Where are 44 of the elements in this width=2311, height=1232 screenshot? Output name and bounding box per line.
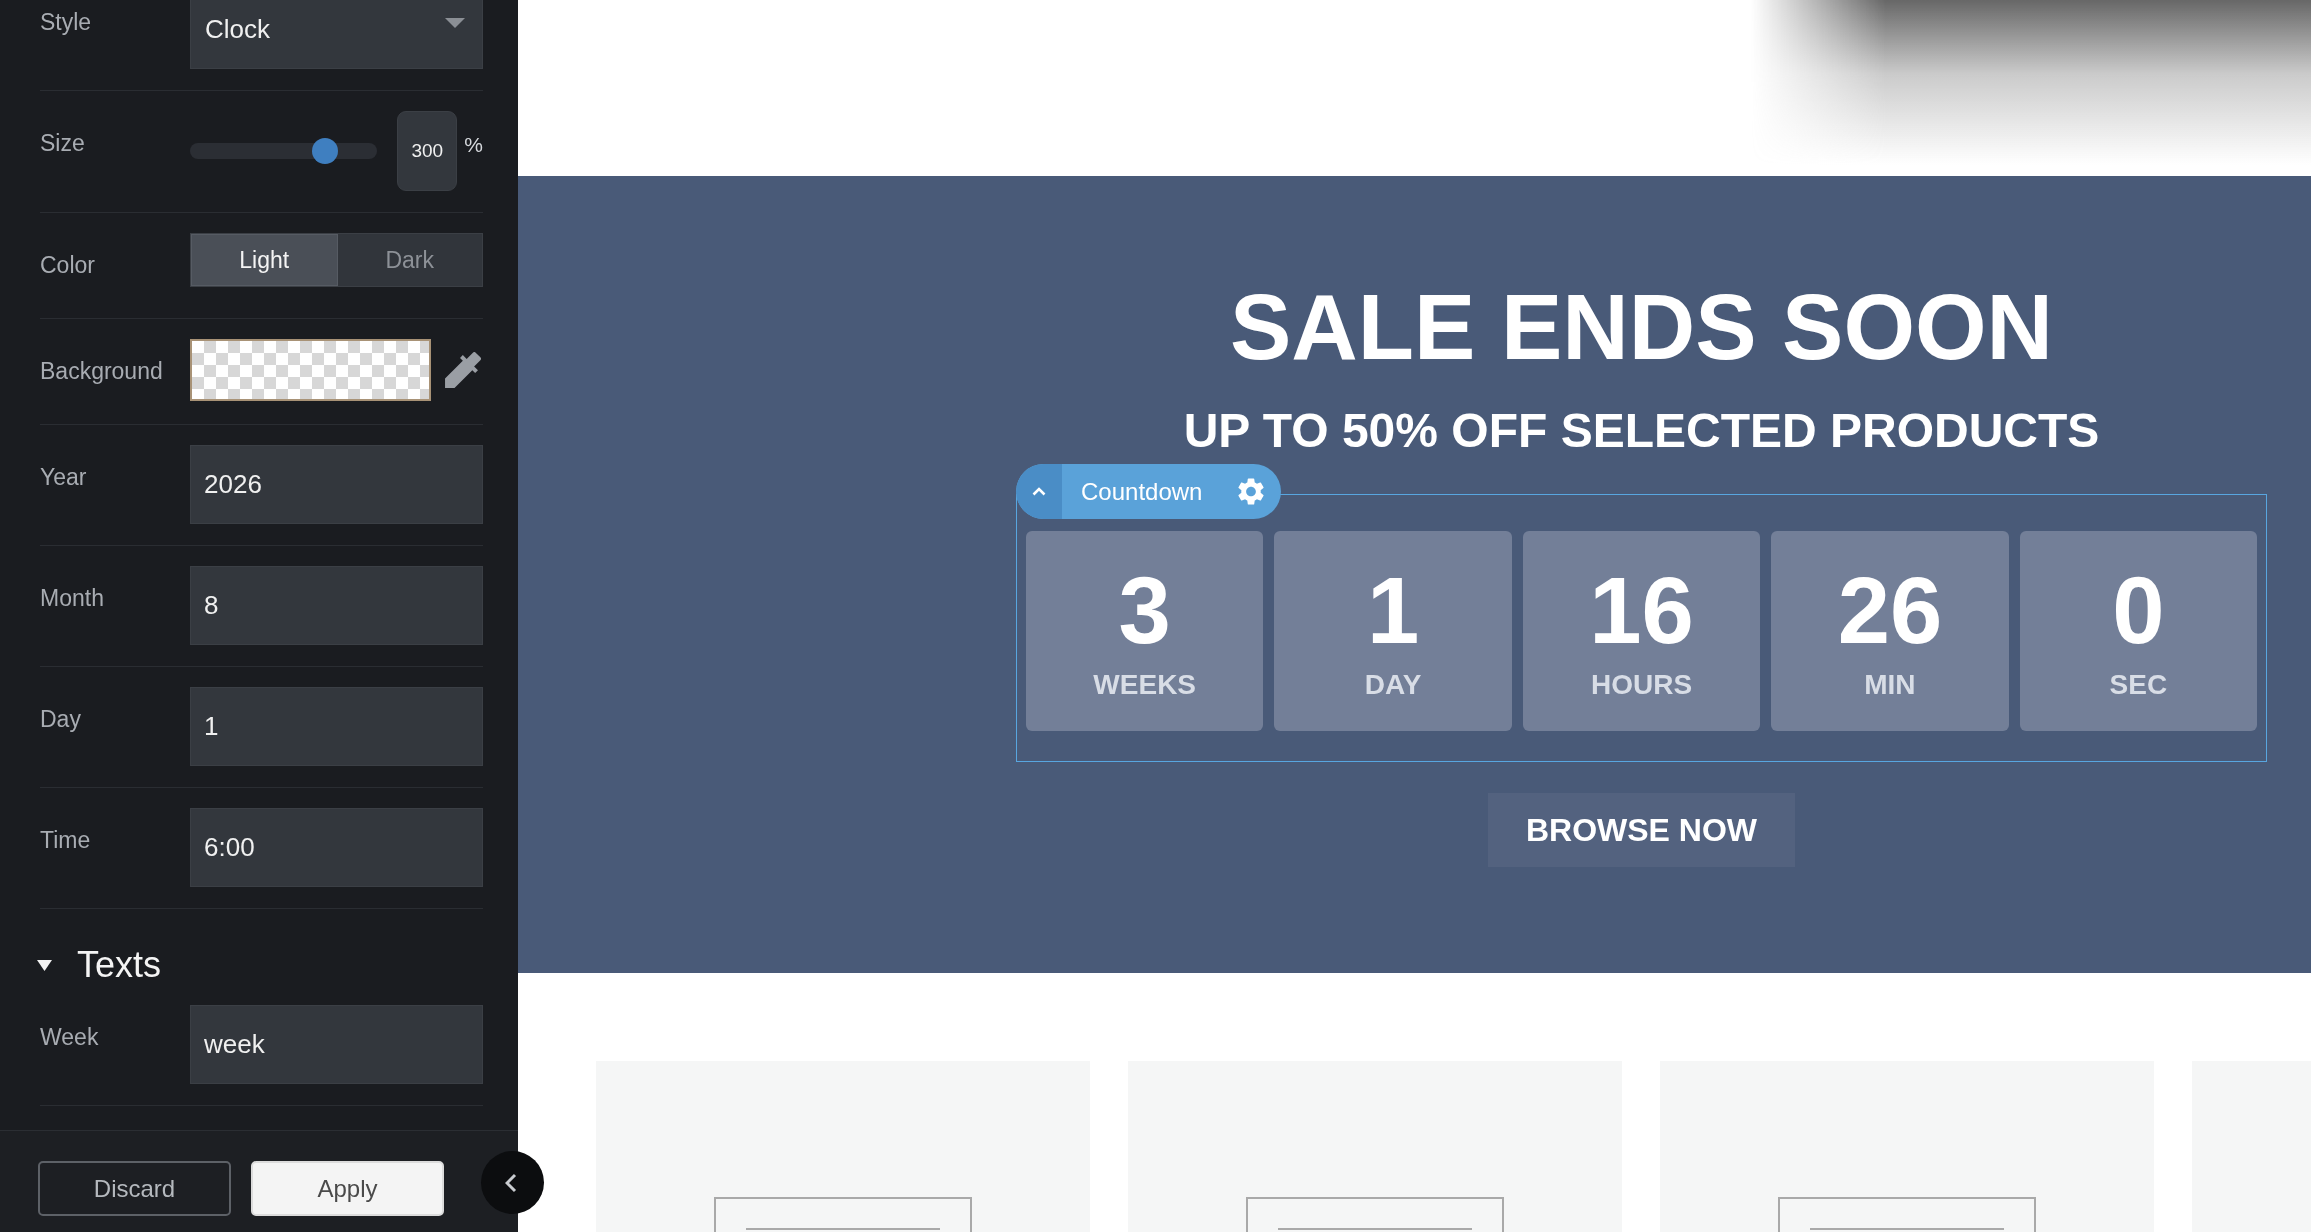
apply-button[interactable]: Apply xyxy=(251,1161,444,1216)
caret-down-icon xyxy=(445,17,465,28)
discard-button[interactable]: Discard xyxy=(38,1161,231,1216)
field-label: Size xyxy=(40,129,86,158)
field-label: Week xyxy=(40,1023,100,1052)
text-field[interactable]: 2026 xyxy=(190,445,483,524)
color-swatch[interactable] xyxy=(190,339,431,401)
segment-button[interactable]: Light xyxy=(191,234,338,286)
text-field[interactable]: 6:00 xyxy=(190,808,483,887)
text-field[interactable]: week xyxy=(190,1005,483,1084)
slider-thumb[interactable] xyxy=(311,138,338,164)
text-field[interactable]: 8 xyxy=(190,566,483,645)
countdown-unit: HOURS xyxy=(1590,671,1693,699)
field-label: Style xyxy=(40,8,93,37)
number-input[interactable]: 300 xyxy=(397,111,458,191)
eyedropper-icon[interactable] xyxy=(445,352,481,388)
field-label: Color xyxy=(40,251,96,280)
text-field[interactable]: 1 xyxy=(190,687,483,766)
unit-label: % xyxy=(464,133,483,157)
countdown-number: 16 xyxy=(1589,564,1694,658)
field-label: Background xyxy=(40,357,164,386)
countdown-unit: SEC xyxy=(2109,671,2168,699)
countdown-unit: MIN xyxy=(1864,671,1916,699)
widget-label: Countdown xyxy=(1081,477,1203,506)
dropdown[interactable]: Clock xyxy=(190,0,483,69)
browse-button[interactable]: BROWSE NOW xyxy=(1487,793,1796,867)
chevron-left-icon xyxy=(505,1172,517,1193)
section-toggle[interactable]: Texts xyxy=(37,945,162,985)
field-label: Year xyxy=(40,463,88,492)
field-label: Month xyxy=(40,584,105,613)
countdown-number: 26 xyxy=(1837,564,1943,658)
banner-subtitle: UP TO 50% OFF SELECTED PRODUCTS xyxy=(1183,407,2100,455)
collapse-widget-button[interactable] xyxy=(1016,464,1062,519)
field-label: Day xyxy=(40,705,82,734)
countdown-unit: DAY xyxy=(1364,671,1422,699)
settings-icon[interactable] xyxy=(1238,478,1264,505)
field-label: Time xyxy=(40,826,92,855)
countdown-unit: WEEKS xyxy=(1093,671,1197,699)
banner-title: SALE ENDS SOON xyxy=(1230,281,2053,373)
countdown-number: 1 xyxy=(1366,564,1420,658)
chevron-up-icon xyxy=(1032,487,1046,496)
countdown-number: 0 xyxy=(2112,564,2165,658)
countdown-number: 3 xyxy=(1118,564,1171,658)
segment-button[interactable]: Dark xyxy=(337,234,482,286)
